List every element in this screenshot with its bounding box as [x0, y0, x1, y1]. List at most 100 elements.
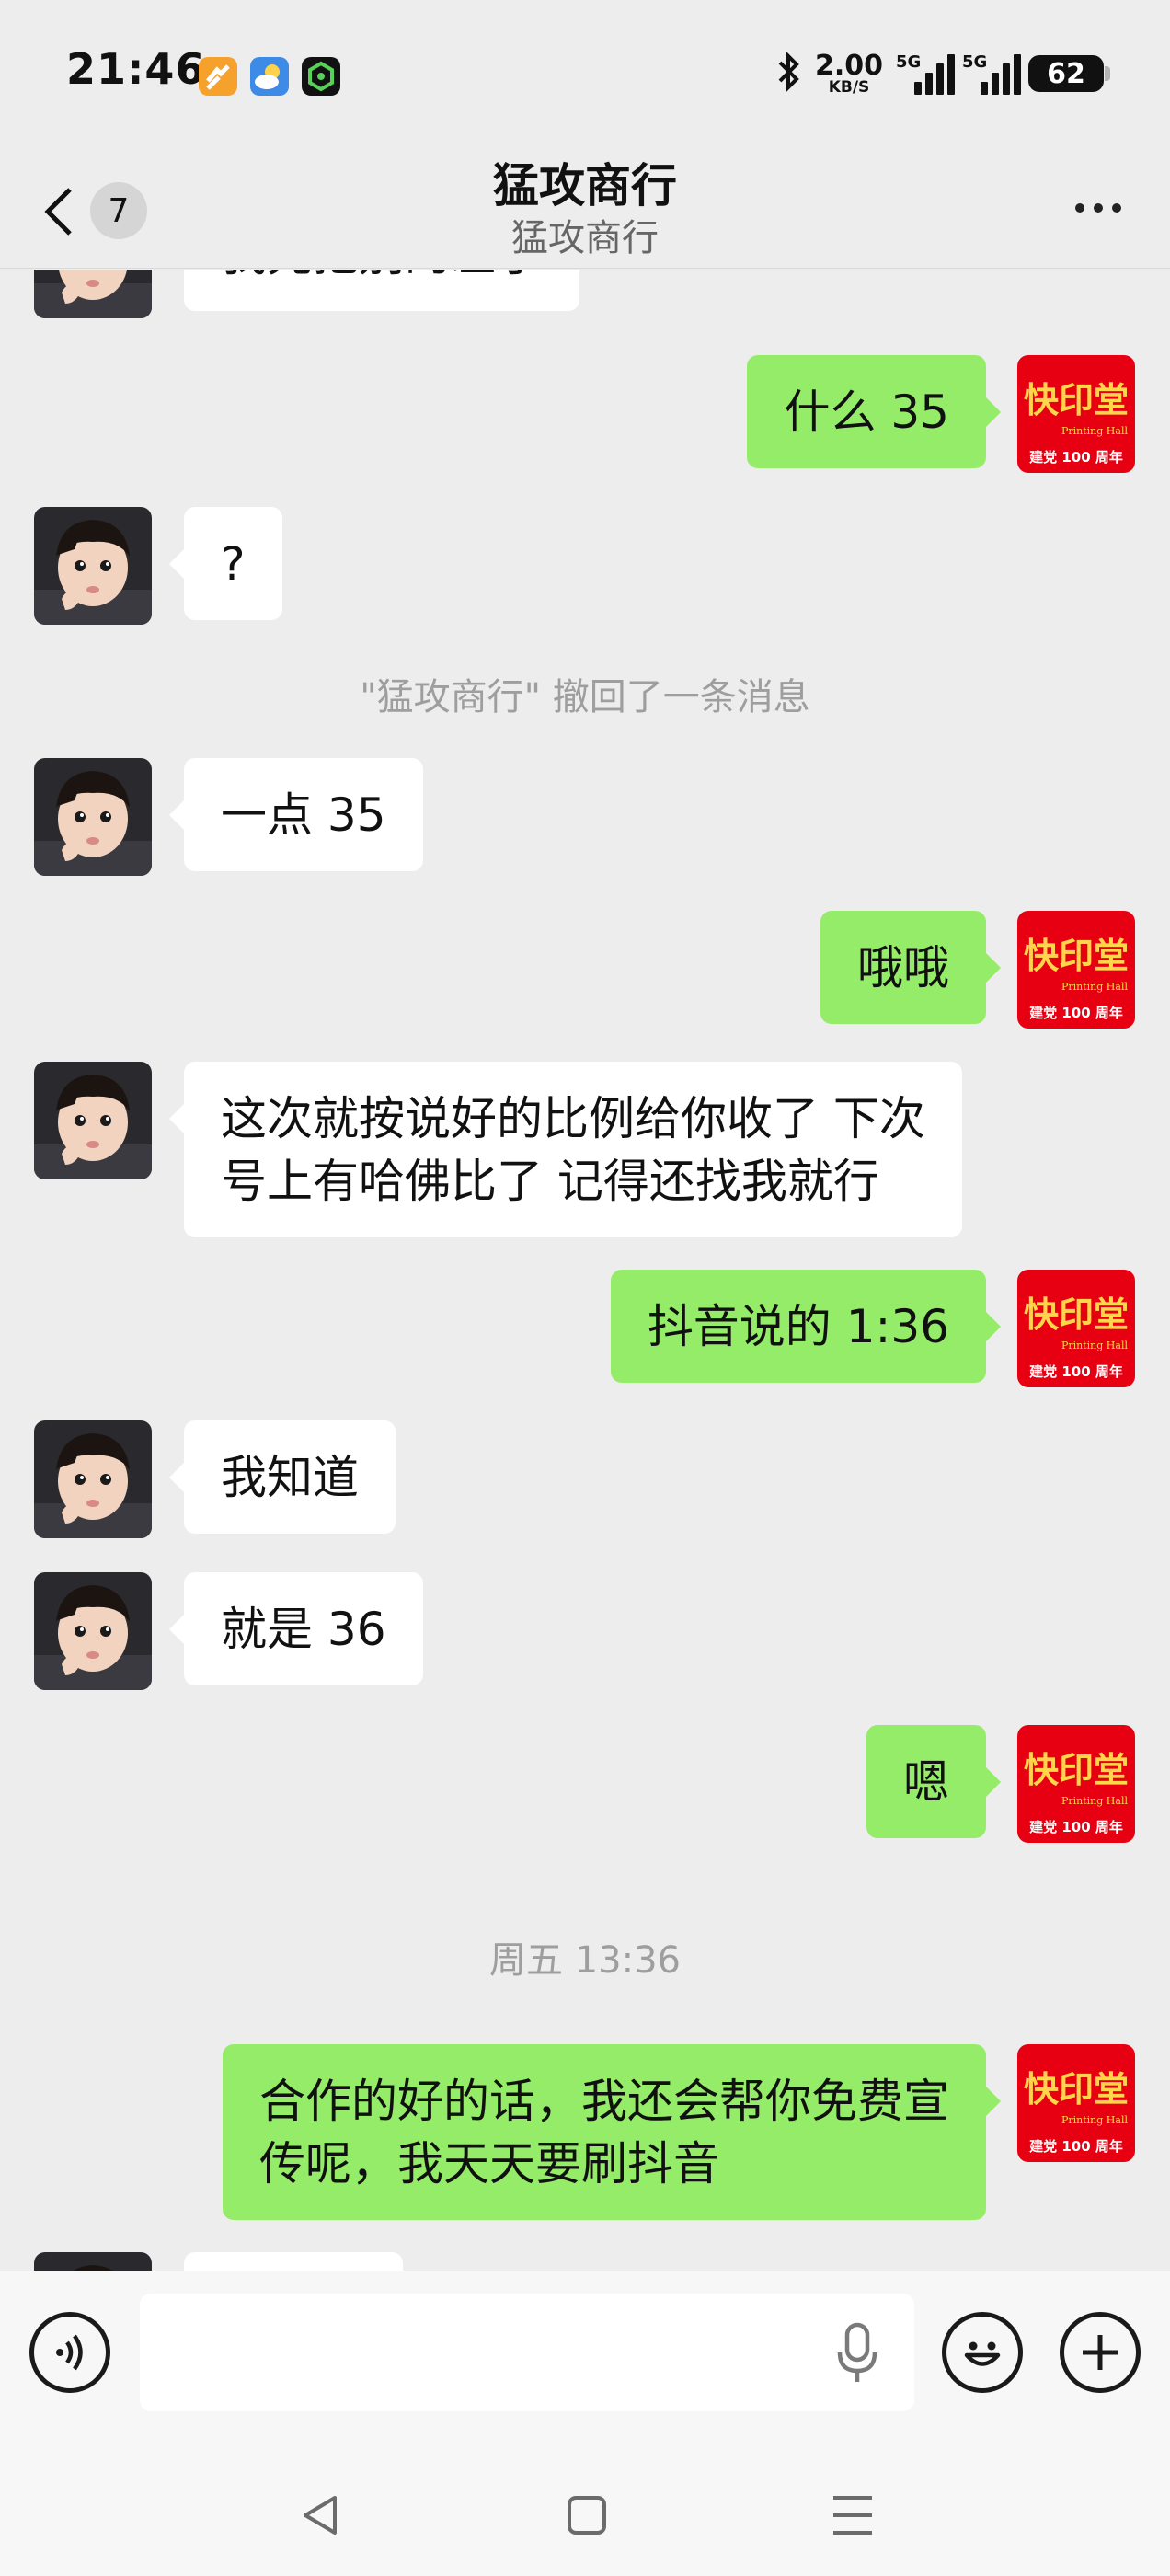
kuaiyintang-logo-icon: 快印堂 Printing Hall 建党 100 周年: [1017, 1725, 1135, 1843]
message-text: 就是 36: [221, 1603, 386, 1656]
message-bubble-incoming[interactable]: ?: [169, 507, 282, 620]
my-avatar[interactable]: 快印堂 Printing Hall 建党 100 周年: [1017, 911, 1135, 1029]
svg-text:快印堂: 快印堂: [1024, 2068, 1129, 2110]
message-text: ?: [221, 537, 246, 591]
net-speed-unit: KB/S: [828, 77, 870, 97]
my-avatar[interactable]: 快印堂 Printing Hall 建党 100 周年: [1017, 355, 1135, 473]
app-notification-icon: [199, 57, 237, 96]
signal-icon-sim1: 5G: [896, 52, 955, 95]
message-bubble-outgoing[interactable]: 嗯: [866, 1725, 1001, 1838]
svg-text:快印堂: 快印堂: [1024, 935, 1129, 976]
kuaiyintang-logo-icon: 快印堂 Printing Hall 建党 100 周年: [1017, 355, 1135, 473]
square-home-icon: [568, 2496, 606, 2535]
contact-avatar[interactable]: [34, 2252, 152, 2271]
status-right: 2.00 KB/S 5G 5G 62: [774, 46, 1110, 101]
svg-text:快印堂: 快印堂: [1024, 1749, 1129, 1790]
chat-title: 猛攻商行: [493, 159, 677, 213]
chat-header: 7 猛攻商行 猛攻商行: [0, 147, 1170, 269]
message-list[interactable]: 我先把别的差了 什么 35 快印堂 Printing Hall 建党 100 周…: [0, 270, 1170, 2271]
child-photo-icon: [34, 2252, 152, 2271]
signal-icon-sim2: 5G: [962, 52, 1021, 95]
message-text: 我先把别的差了: [221, 270, 543, 282]
network-speed: 2.00 KB/S: [815, 52, 883, 96]
my-avatar[interactable]: 快印堂 Printing Hall 建党 100 周年: [1017, 1725, 1135, 1843]
message-text-line1: 这次就按说好的比例给你收了 下次: [221, 1092, 925, 1145]
svg-text:Printing Hall: Printing Hall: [1061, 1795, 1128, 1807]
emoji-button[interactable]: [942, 2312, 1023, 2393]
app-notification-icon-2: [302, 57, 340, 96]
message-bubble-incoming[interactable]: 我知道: [169, 1420, 396, 1534]
more-options-button[interactable]: [1061, 180, 1135, 236]
timestamp-divider: 周五 13:36: [489, 1939, 681, 1982]
svg-text:Printing Hall: Printing Hall: [1061, 2114, 1128, 2126]
message-bubble-incoming[interactable]: 我先把别的差了: [184, 270, 579, 311]
message-bubble-outgoing[interactable]: 什么 35: [747, 355, 1001, 468]
kuaiyintang-logo-icon: 快印堂 Printing Hall 建党 100 周年: [1017, 2044, 1135, 2162]
svg-text:Printing Hall: Printing Hall: [1061, 981, 1128, 993]
message-bubble-incoming[interactable]: 这次就按说好的比例给你收了 下次 号上有哈佛比了 记得还找我就行: [169, 1062, 962, 1237]
kuaiyintang-logo-icon: 快印堂 Printing Hall 建党 100 周年: [1017, 911, 1135, 1029]
message-input[interactable]: [140, 2294, 914, 2411]
message-text: 什么 35: [784, 385, 949, 439]
more-functions-button[interactable]: [1060, 2312, 1141, 2393]
plus-icon: [1083, 2335, 1118, 2370]
contact-avatar[interactable]: [34, 758, 152, 876]
voice-mode-button[interactable]: [29, 2312, 110, 2393]
my-avatar[interactable]: 快印堂 Printing Hall 建党 100 周年: [1017, 2044, 1135, 2162]
triangle-back-icon: [304, 2496, 337, 2535]
contact-avatar[interactable]: [34, 270, 152, 318]
svg-text:建党 100 周年: 建党 100 周年: [1029, 1005, 1123, 1021]
message-bubble-outgoing[interactable]: 哦哦: [820, 911, 1001, 1024]
message-text: 我知道: [221, 1451, 359, 1504]
voice-wave-icon: [56, 2334, 83, 2371]
message-text-line2: 号上有哈佛比了 记得还找我就行: [221, 1155, 879, 1208]
microphone-icon[interactable]: [835, 2321, 879, 2389]
net-speed-value: 2.00: [814, 49, 883, 82]
my-avatar[interactable]: 快印堂 Printing Hall 建党 100 周年: [1017, 1270, 1135, 1387]
more-dot-icon: [1112, 203, 1121, 213]
sim2-label: 5G: [962, 52, 988, 72]
nav-back-button[interactable]: [284, 2478, 358, 2552]
contact-avatar[interactable]: [34, 1062, 152, 1179]
contact-avatar[interactable]: [34, 507, 152, 625]
svg-text:建党 100 周年: 建党 100 周年: [1029, 449, 1123, 466]
child-photo-icon: [34, 1062, 152, 1179]
message-text-line2: 传呢，我天天要刷抖音: [259, 2137, 719, 2191]
message-text: 一点 35: [221, 788, 386, 842]
status-time: 21:46: [66, 44, 206, 94]
message-bubble-outgoing[interactable]: 合作的好的话，我还会帮你免费宣 传呢，我天天要刷抖音: [223, 2044, 1001, 2220]
smiley-icon: [964, 2341, 1001, 2366]
status-bar: 21:46 2.00 KB/S 5G 5G 62: [0, 0, 1170, 147]
battery-level: 62: [1047, 57, 1085, 90]
message-bubble-outgoing[interactable]: 抖音说的 1:36: [610, 1270, 1002, 1383]
svg-text:Printing Hall: Printing Hall: [1061, 1340, 1128, 1351]
kuaiyintang-logo-icon: 快印堂 Printing Hall 建党 100 周年: [1017, 1270, 1135, 1387]
message-text: 抖音说的 1:36: [647, 1300, 949, 1353]
child-photo-icon: [34, 507, 152, 625]
system-nav-bar: [0, 2436, 1170, 2576]
message-bubble-incoming[interactable]: 就是 36: [169, 1572, 423, 1685]
weather-icon: [250, 57, 289, 96]
child-photo-icon: [34, 1572, 152, 1690]
sim1-label: 5G: [896, 52, 922, 72]
child-photo-icon: [34, 270, 152, 318]
svg-text:建党 100 周年: 建党 100 周年: [1029, 2138, 1123, 2155]
svg-text:快印堂: 快印堂: [1024, 379, 1129, 420]
more-dot-icon: [1094, 203, 1103, 213]
message-text-line1: 合作的好的话，我还会帮你免费宣: [259, 2075, 949, 2128]
nav-menu-button[interactable]: [816, 2478, 889, 2552]
menu-lines-icon: [833, 2496, 872, 2535]
child-photo-icon: [34, 758, 152, 876]
contact-avatar[interactable]: [34, 1572, 152, 1690]
battery-icon: 62: [1028, 55, 1110, 92]
message-text: 嗯: [903, 1755, 949, 1809]
message-bubble-incoming-partial[interactable]: [184, 2252, 403, 2271]
svg-text:快印堂: 快印堂: [1024, 1294, 1129, 1335]
svg-text:建党 100 周年: 建党 100 周年: [1029, 1363, 1123, 1380]
more-dot-icon: [1075, 203, 1084, 213]
message-text: 哦哦: [857, 941, 949, 995]
message-bubble-incoming[interactable]: 一点 35: [169, 758, 423, 871]
contact-avatar[interactable]: [34, 1420, 152, 1538]
nav-home-button[interactable]: [550, 2478, 624, 2552]
recall-notice: "猛攻商行" 撤回了一条消息: [360, 676, 810, 719]
